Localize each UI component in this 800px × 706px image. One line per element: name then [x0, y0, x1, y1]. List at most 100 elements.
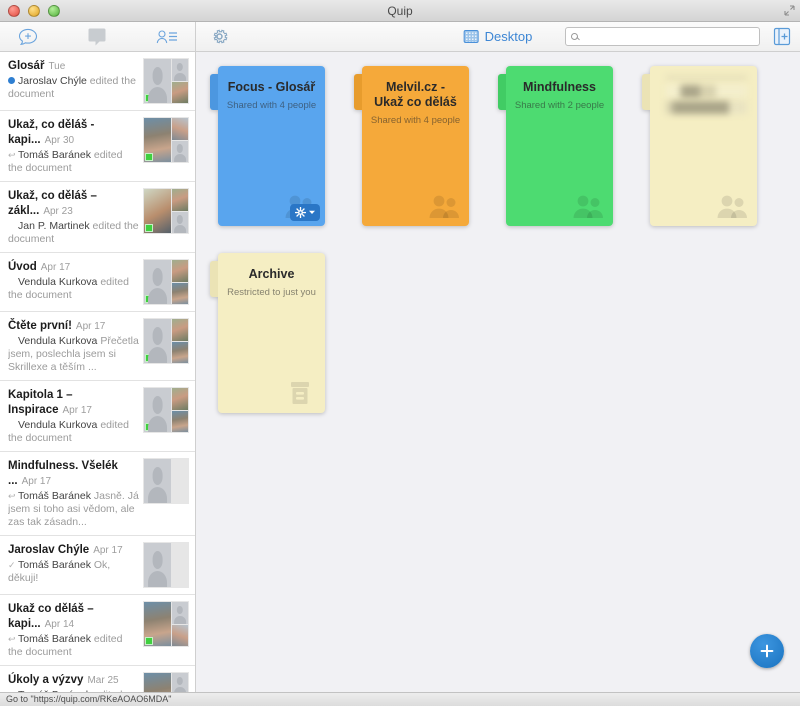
- conversation-row[interactable]: Jaroslav ChýleApr 17✓Tomáš Baránek Ok, d…: [0, 536, 195, 595]
- conversation-header: Ukaž co děláš – kapi...Apr 14: [8, 601, 139, 632]
- online-indicator: [145, 295, 153, 303]
- avatar-column: [172, 118, 188, 162]
- conversation-header: Čtěte první!Apr 17: [8, 318, 139, 334]
- conversation-text: GlosářTueJaroslav Chýle edited the docum…: [8, 58, 143, 104]
- conversation-text: Ukaž, co děláš - kapi...Apr 30↩Tomáš Bar…: [8, 117, 143, 175]
- create-button[interactable]: [750, 634, 784, 668]
- conversation-date: Apr 17: [93, 545, 122, 556]
- conversation-author: Tomáš Baránek: [18, 689, 94, 692]
- desktop-grid-icon: [464, 30, 479, 43]
- archive-box-icon: [283, 380, 317, 406]
- conversation-row[interactable]: Ukaž, co děláš - kapi...Apr 30↩Tomáš Bar…: [0, 111, 195, 182]
- avatar: [172, 118, 188, 140]
- status-check-icon: ✓: [8, 559, 18, 572]
- folder-sharing-status: Shared with 2 people: [514, 100, 605, 112]
- avatar: [172, 319, 188, 341]
- conversation-date: Apr 17: [76, 321, 105, 332]
- conversation-header: Ukaž, co děláš – zákl...Apr 23: [8, 188, 139, 219]
- gear-icon[interactable]: [196, 27, 242, 46]
- quip-logo-icon[interactable]: [56, 26, 139, 48]
- conversation-author: Tomáš Baránek: [18, 490, 94, 502]
- conversation-date: Apr 14: [45, 619, 74, 630]
- folder-card[interactable]: [642, 66, 757, 226]
- conversation-sidebar[interactable]: GlosářTueJaroslav Chýle edited the docum…: [0, 52, 196, 692]
- conversation-text: Ukaž co děláš – kapi...Apr 14↩Tomáš Bará…: [8, 601, 143, 659]
- title-bar: Quip: [0, 0, 800, 22]
- avatar-column: [172, 59, 188, 103]
- folder-card[interactable]: MindfulnessShared with 2 people: [498, 66, 613, 226]
- sidebar-toolbar: [0, 22, 196, 52]
- avatar-group: [143, 542, 189, 588]
- online-indicator: [145, 354, 153, 362]
- conversation-date: Apr 17: [41, 262, 70, 273]
- folder-card[interactable]: Melvil.cz - Ukaž co děláš Shared with 4 p…: [354, 66, 469, 226]
- conversation-author: Jaroslav Chýle: [18, 75, 90, 87]
- folder-name: Archive: [226, 267, 317, 282]
- folder-face: ArchiveRestricted to just you: [218, 253, 325, 413]
- new-document-icon[interactable]: [772, 27, 792, 46]
- online-indicator: [145, 637, 153, 645]
- conversation-preview: ↩Tomáš Baránek edited the document: [8, 633, 139, 659]
- conversation-header: Úkoly a výzvy Mar 25: [8, 672, 139, 688]
- search-input[interactable]: [582, 31, 754, 43]
- folder-sharing-status: Shared with 4 people: [226, 100, 317, 112]
- status-reply-icon: ↩: [8, 149, 18, 162]
- conversation-text: Jaroslav ChýleApr 17✓Tomáš Baránek Ok, d…: [8, 542, 143, 588]
- conversation-title: Úkoly a výzvy: [8, 674, 83, 686]
- avatar: [172, 82, 188, 104]
- conversation-row[interactable]: GlosářTueJaroslav Chýle edited the docum…: [0, 52, 195, 111]
- conversation-preview: Vendula Kurkova Přečetla jsem, poslechla…: [8, 335, 139, 374]
- conversation-row[interactable]: Mindfulness. Všelék ...Apr 17↩Tomáš Bará…: [0, 452, 195, 536]
- conversation-date: Tue: [48, 61, 65, 72]
- conversation-preview: ✓Tomáš Baránek edited the document: [8, 689, 139, 692]
- avatar: [144, 118, 171, 162]
- folder-card[interactable]: ArchiveRestricted to just you: [210, 253, 325, 413]
- folder-card[interactable]: Focus - GlosářShared with 4 people: [210, 66, 325, 226]
- breadcrumb[interactable]: Desktop: [464, 29, 533, 44]
- conversation-header: Kapitola 1 – InspiraceApr 17: [8, 387, 139, 418]
- conversation-row[interactable]: Úkoly a výzvy Mar 25 ✓Tomáš Baránek edited…: [0, 666, 195, 692]
- status-bar: Go to "https://quip.com/RKeAOAO6MDA": [0, 692, 800, 706]
- conversation-author: Vendula Kurkova: [18, 276, 100, 288]
- conversation-row[interactable]: Čtěte první!Apr 17Vendula Kurkova Přečet…: [0, 312, 195, 381]
- resize-handle[interactable]: [784, 5, 795, 16]
- folder-settings-button[interactable]: [290, 204, 320, 221]
- conversation-title: Jaroslav Chýle: [8, 544, 89, 556]
- conversation-preview: ↩Tomáš Baránek Jasně. Já jsem si toho as…: [8, 490, 139, 529]
- avatar: [172, 59, 188, 81]
- avatar-column: [172, 602, 188, 646]
- conversation-row[interactable]: Úvod Apr 17 Vendula Kurkova edited the doc…: [0, 253, 195, 312]
- folder-face: Melvil.cz - Ukaž co děláš Shared with 4 p…: [362, 66, 469, 226]
- online-indicator: [145, 423, 153, 431]
- avatar-group: [143, 672, 189, 692]
- conversation-preview: ↩Tomáš Baránek edited the document: [8, 149, 139, 175]
- conversation-title: Úvod: [8, 261, 37, 273]
- conversation-author: Vendula Kurkova: [18, 335, 100, 347]
- main-toolbar: Desktop: [196, 22, 800, 52]
- avatar: [172, 625, 188, 647]
- search-box[interactable]: [565, 27, 760, 46]
- conversation-author: Jan P. Martinek: [18, 220, 93, 232]
- conversation-text: Úkoly a výzvy Mar 25 ✓Tomáš Baránek edited…: [8, 672, 143, 692]
- avatar: [144, 673, 171, 692]
- conversation-date: Apr 30: [45, 135, 74, 146]
- conversation-text: Čtěte první!Apr 17Vendula Kurkova Přečet…: [8, 318, 143, 374]
- conversation-preview: Vendula Kurkova edited the document: [8, 276, 139, 302]
- folder-face: Focus - GlosářShared with 4 people: [218, 66, 325, 226]
- conversation-text: Mindfulness. Všelék ...Apr 17↩Tomáš Bará…: [8, 458, 143, 529]
- plus-icon: [759, 643, 775, 659]
- conversation-date: Mar 25: [87, 675, 118, 686]
- new-chat-icon[interactable]: [0, 28, 56, 46]
- folder-name: Melvil.cz - Ukaž co děláš: [370, 80, 461, 110]
- avatar-group: [143, 259, 189, 305]
- conversation-text: Ukaž, co děláš – zákl...Apr 23Jan P. Mar…: [8, 188, 143, 246]
- conversation-row[interactable]: Kapitola 1 – InspiraceApr 17Vendula Kurk…: [0, 381, 195, 452]
- conversation-header: Jaroslav Chýle Apr 17: [8, 542, 139, 558]
- folder-sharing-status: Shared with 4 people: [370, 115, 461, 127]
- contacts-icon[interactable]: [139, 29, 195, 45]
- conversation-author: Vendula Kurkova: [18, 419, 100, 431]
- conversation-date: Apr 23: [43, 206, 72, 217]
- conversation-row[interactable]: Ukaž, co děláš – zákl...Apr 23Jan P. Mar…: [0, 182, 195, 253]
- avatar-column: [172, 673, 188, 692]
- conversation-row[interactable]: Ukaž co děláš – kapi...Apr 14↩Tomáš Bará…: [0, 595, 195, 666]
